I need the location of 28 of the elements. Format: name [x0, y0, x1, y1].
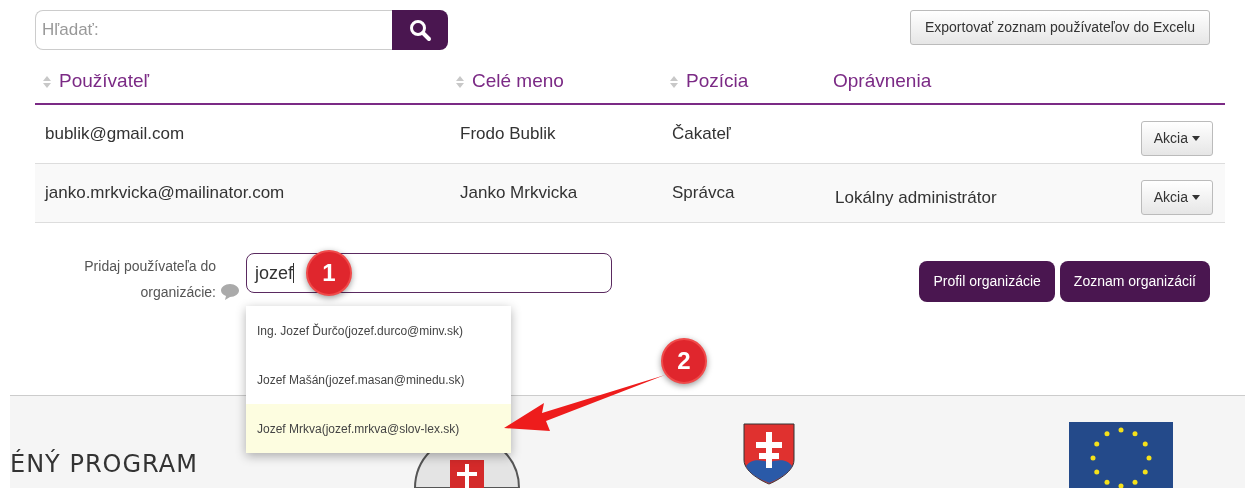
export-button[interactable]: Exportovať zoznam používateľov do Excelu	[909, 10, 1210, 45]
program-title: ÉNÝ PROGRAM	[10, 448, 199, 480]
search-icon	[408, 18, 432, 42]
table-cell: Čakateľ	[672, 124, 731, 144]
table-cell: Frodo Bublik	[460, 124, 556, 144]
column-header: Oprávnenia	[833, 69, 932, 94]
action-button[interactable]: Akcia	[1140, 120, 1213, 156]
action-button[interactable]: Akcia	[1140, 179, 1213, 215]
suggestion-item[interactable]: Jozef Mrkva(jozef.mrkva@slov-lex.sk)	[246, 404, 511, 453]
suggestion-item[interactable]: Jozef Mašán(jozef.masan@minedu.sk)	[246, 355, 511, 404]
column-header[interactable]: Používateľ	[59, 67, 150, 96]
table-cell: janko.mrkvicka@mailinator.com	[45, 183, 285, 203]
table-cell: Janko Mrkvicka	[460, 183, 578, 203]
caret-icon	[1192, 135, 1200, 141]
field-label: Pridaj používateľa do organizácie:	[83, 257, 216, 302]
column-header[interactable]: Pozícia	[686, 67, 749, 96]
table-cell: Správca	[672, 183, 735, 203]
organization-button[interactable]: Profil organizácie	[919, 261, 1055, 302]
organization-button[interactable]: Zoznam organizácií	[1059, 261, 1210, 302]
table-cell: bublik@gmail.com	[45, 124, 185, 144]
search-button[interactable]	[392, 10, 448, 50]
table-cell: Lokálny administrátor	[835, 188, 997, 208]
search-field[interactable]: Hľadať:	[35, 10, 392, 50]
caret-icon	[1192, 194, 1200, 200]
column-header[interactable]: Celé meno	[472, 67, 564, 96]
suggestion-item[interactable]: Ing. Jozef Ďurčo(jozef.durco@minv.sk)	[246, 306, 511, 355]
annotation-marker: 1	[306, 250, 352, 296]
annotation-marker: 2	[661, 338, 707, 384]
